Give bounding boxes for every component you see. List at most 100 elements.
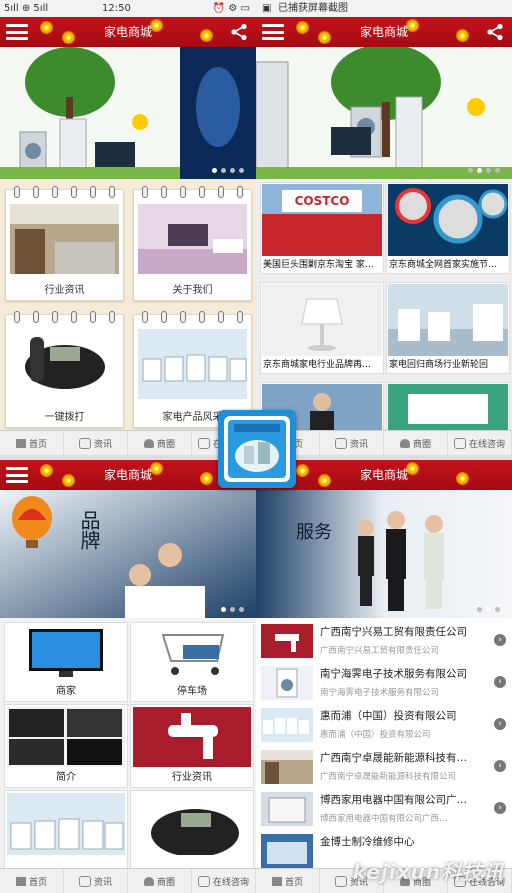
news-tile[interactable]: 京东商城家电行业品牌再…	[260, 282, 384, 374]
kitchen-photo	[10, 204, 119, 274]
company-subtitle: 惠而浦（中国）投资有限公司	[320, 730, 431, 740]
card-label: 一键拨打	[44, 412, 85, 423]
tab-home[interactable]: 首页	[0, 869, 64, 893]
promo-banner[interactable]	[256, 47, 512, 179]
person-icon	[399, 438, 410, 448]
app-title: 家电商城	[359, 25, 408, 39]
living-room-photo	[138, 204, 247, 274]
brand-banner[interactable]: 品牌	[0, 490, 256, 618]
banner-dots	[212, 168, 244, 173]
share-icon[interactable]	[486, 23, 504, 41]
tab-news[interactable]: 资讯	[320, 431, 384, 455]
watermark: kejixun科技讯	[352, 860, 504, 884]
tab-circle[interactable]: 商圈	[128, 869, 192, 893]
service-banner[interactable]: 服务	[256, 490, 512, 618]
status-message: 已捕获屏幕截图	[278, 3, 348, 14]
share-icon[interactable]	[230, 23, 248, 41]
tile-phone[interactable]	[130, 790, 254, 871]
tile-intro[interactable]: 简介	[4, 704, 128, 788]
washing-machines-photo	[7, 793, 125, 855]
chevron-right-icon: ›	[494, 718, 506, 730]
feature-grid: 商家 停车场 简介 行业资讯	[0, 618, 256, 871]
company-row[interactable]: 广西南宁兴易工贸有限责任公司 广西南宁兴易工贸有限责任公司 ›	[256, 618, 512, 665]
chat-icon	[453, 437, 466, 449]
tile-parking[interactable]: 停车场	[130, 622, 254, 702]
appliance-banner-image	[0, 47, 256, 179]
tab-circle[interactable]: 商圈	[384, 431, 448, 455]
tile-products[interactable]	[4, 790, 128, 871]
service-banner-image	[256, 490, 512, 618]
tab-news[interactable]: 资讯	[64, 431, 128, 455]
status-bar: ▣ 已捕获屏幕截图	[256, 0, 512, 17]
company-row[interactable]: 惠而浦（中国）投资有限公司 惠而浦（中国）投资有限公司 ›	[256, 702, 512, 749]
company-list: 广西南宁兴易工贸有限责任公司 广西南宁兴易工贸有限责任公司 › 南宁海霁电子技术…	[256, 618, 512, 875]
card-label: 关于我们	[172, 285, 213, 296]
card-label: 行业资讯	[44, 285, 85, 296]
tile-label: 商家	[56, 686, 76, 697]
tab-news[interactable]: 资讯	[64, 869, 128, 893]
tab-home[interactable]: 首页	[256, 869, 320, 893]
company-name: 金博士制冷维修中心	[320, 836, 415, 848]
status-icons: ⏰ ⚙ ▭	[212, 3, 250, 14]
screenshot-brand-grid: 家电商城 品牌 商家 停车场 简介 行业资讯 首页 资讯 商圈 在线咨询	[0, 460, 256, 893]
company-row[interactable]: 博西家用电器中国有限公司广… 博西家用电器中国有限公司广西… ›	[256, 786, 512, 833]
washing-machines-photo	[138, 329, 247, 399]
screenshot-home-grid: 5ıll ⊕ 5ıll 12:50 ⏰ ⚙ ▭ 家电商城 行业资讯 关于我们 一…	[0, 0, 256, 455]
company-name: 惠而浦（中国）投资有限公司	[320, 710, 457, 722]
chevron-right-icon: ›	[494, 634, 506, 646]
news-tile[interactable]: 京东商城全网首家实施节…	[386, 182, 510, 274]
company-name: 博西家用电器中国有限公司广…	[320, 794, 467, 806]
brand-banner-image	[0, 490, 256, 618]
chevron-right-icon: ›	[494, 802, 506, 814]
tab-consult[interactable]: 在线咨询	[192, 869, 256, 893]
washers-row-photo	[261, 708, 313, 742]
person-icon	[143, 876, 154, 886]
news-tile[interactable]: COSTCO 美国巨头围剿京东淘宝 家…	[260, 182, 384, 274]
news-tile[interactable]: 家电回归商场行业新轮回	[386, 282, 510, 374]
card-industry-news[interactable]: 行业资讯	[5, 186, 124, 301]
home-icon	[271, 876, 282, 886]
home-icon	[15, 876, 26, 886]
card-about-us[interactable]: 关于我们	[133, 186, 252, 301]
signal-indicator: 5ıll ⊕ 5ıll	[4, 3, 49, 14]
news-tile[interactable]	[386, 382, 510, 433]
kitchen-photo	[261, 750, 313, 784]
promo-banner[interactable]	[0, 47, 256, 179]
tab-circle[interactable]: 商圈	[128, 431, 192, 455]
banner-dots	[221, 607, 244, 612]
svg-text:COSTCO: COSTCO	[295, 194, 350, 208]
company-name: 南宁海霁电子技术服务有限公司	[320, 668, 467, 680]
tile-label: 行业资讯	[172, 772, 212, 783]
tile-label: 简介	[56, 772, 76, 783]
screenshot-icon: ▣	[262, 3, 272, 14]
chat-icon	[197, 875, 210, 887]
card-call[interactable]: 一键拨打	[5, 311, 124, 428]
company-subtitle: 广西南宁兴易工贸有限责任公司	[320, 646, 440, 656]
screenshot-company-list: 家电商城 服务 广西南宁兴易工贸有限责任公司 广西南宁兴易工贸有限责任公司 › …	[256, 460, 512, 893]
company-subtitle: 南宁海霁电子技术服务有限公司	[320, 688, 440, 698]
company-name: 广西南宁兴易工贸有限责任公司	[320, 626, 467, 638]
telephone-photo	[133, 793, 251, 855]
appliance-banner-image	[256, 47, 512, 179]
company-row[interactable]: 南宁海霁电子技术服务有限公司 南宁海霁电子技术服务有限公司 ›	[256, 660, 512, 707]
shopping-cart-photo	[133, 625, 251, 681]
washing-machine-photo	[261, 666, 313, 700]
tile-industry-news[interactable]: 行业资讯	[130, 704, 254, 788]
status-time: 12:50	[102, 3, 131, 14]
tile-merchant[interactable]: 商家	[4, 622, 128, 702]
person-icon	[143, 438, 154, 448]
lamp-photo	[262, 284, 382, 356]
tab-home[interactable]: 首页	[0, 431, 64, 455]
company-row[interactable]: 广西南宁卓晟能新能源科技有… 广西南宁卓晟能新能源科技有限公司 ›	[256, 744, 512, 791]
banner-text: 服务	[296, 522, 332, 543]
tv-photo	[7, 625, 125, 681]
tab-consult[interactable]: 在线咨询	[448, 431, 512, 455]
news-title: 京东商城家电行业品牌再…	[263, 360, 372, 370]
home-icon	[15, 438, 26, 448]
screenshot-news-grid: ▣ 已捕获屏幕截图 家电商城 COSTCO 美国巨头围剿京东淘宝 家… 京东商城…	[256, 0, 512, 455]
company-subtitle: 博西家用电器中国有限公司广西…	[320, 814, 448, 824]
news-grid: COSTCO 美国巨头围剿京东淘宝 家… 京东商城全网首家实施节… 京东商城家电…	[256, 179, 512, 433]
news-title: 京东商城全网首家实施节…	[389, 260, 498, 270]
chat-icon	[334, 437, 347, 449]
app-titlebar: 家电商城	[0, 17, 256, 47]
